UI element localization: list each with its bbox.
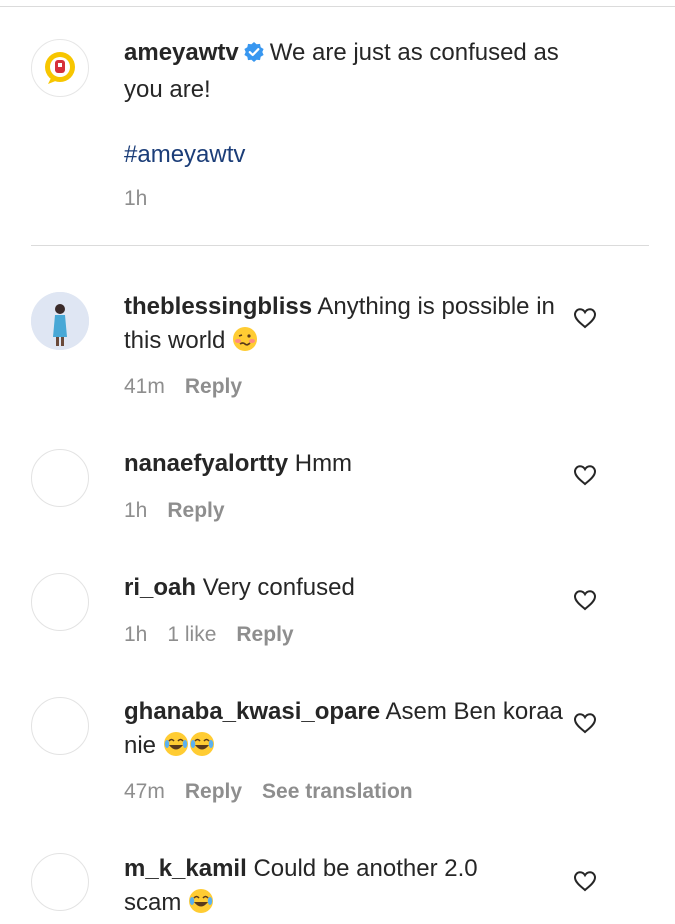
verified-badge-icon (243, 39, 265, 73)
heart-outline-icon[interactable] (573, 870, 597, 892)
avatar-ameyawtv[interactable] (31, 39, 89, 97)
comment-text: nanaefyalortty Hmm (124, 447, 564, 481)
tears-of-joy-emoji (188, 888, 214, 914)
comment-text: theblessingbliss Anything is possible in… (124, 290, 564, 358)
caption-text: ameyawtv We are just as confused as you ar… (124, 36, 564, 107)
comment-meta: 1h 1 like Reply (124, 621, 314, 649)
avatar-ghanaba-kwasi-opare[interactable] (31, 697, 89, 755)
comment-text: m_k_kamil Could be another 2.0 scam (124, 852, 514, 920)
heart-outline-icon[interactable] (573, 589, 597, 611)
avatar-nanaefyalortty[interactable] (31, 449, 89, 507)
comment-meta: 41m Reply (124, 373, 262, 401)
tears-of-joy-emoji (163, 731, 189, 757)
tears-of-joy-emoji (189, 731, 215, 757)
top-divider (0, 6, 675, 7)
heart-outline-icon[interactable] (573, 712, 597, 734)
like-count[interactable]: 1 like (167, 623, 216, 646)
caption-line-2: you are! (124, 76, 211, 103)
reply-button[interactable]: Reply (236, 623, 293, 646)
reply-button[interactable]: Reply (167, 499, 224, 522)
caption-username[interactable]: ameyawtv (124, 39, 239, 66)
see-translation-button[interactable]: See translation (262, 780, 413, 803)
comment-body: Very confused (202, 574, 355, 601)
ameyawtv-logo (45, 52, 75, 84)
comment-body: Hmm (294, 450, 353, 477)
reply-button[interactable]: Reply (185, 375, 242, 398)
caption-timestamp: 1h (124, 187, 148, 210)
comment-timestamp: 1h (124, 623, 148, 646)
profile-photo (31, 292, 89, 350)
avatar-theblessingbliss[interactable] (31, 292, 89, 350)
caption-meta: 1h (124, 185, 167, 213)
reply-button[interactable]: Reply (185, 780, 242, 803)
heart-outline-icon[interactable] (573, 464, 597, 486)
comment-text: ri_oah Very confused (124, 571, 564, 605)
comment-username[interactable]: m_k_kamil (124, 855, 247, 882)
comment-timestamp: 41m (124, 375, 165, 398)
caption-hashtag[interactable]: #ameyawtv (124, 138, 245, 172)
avatar-ri-oah[interactable] (31, 573, 89, 631)
comment-timestamp: 1h (124, 499, 148, 522)
comment-username[interactable]: theblessingbliss (124, 293, 312, 320)
heart-outline-icon[interactable] (573, 307, 597, 329)
comment-text: ghanaba_kwasi_opare Asem Ben koraa nie (124, 695, 564, 763)
comment-timestamp: 47m (124, 780, 165, 803)
comment-username[interactable]: ri_oah (124, 574, 196, 601)
woozy-face-emoji (232, 326, 258, 352)
caption-line-1: We are just as confused as (269, 39, 559, 66)
comment-meta: 47m Reply See translation (124, 778, 433, 806)
avatar-m-k-kamil[interactable] (31, 853, 89, 911)
comment-username[interactable]: ghanaba_kwasi_opare (124, 698, 380, 725)
caption-divider (31, 245, 649, 246)
comment-username[interactable]: nanaefyalortty (124, 450, 288, 477)
comment-meta: 1h Reply (124, 497, 245, 525)
